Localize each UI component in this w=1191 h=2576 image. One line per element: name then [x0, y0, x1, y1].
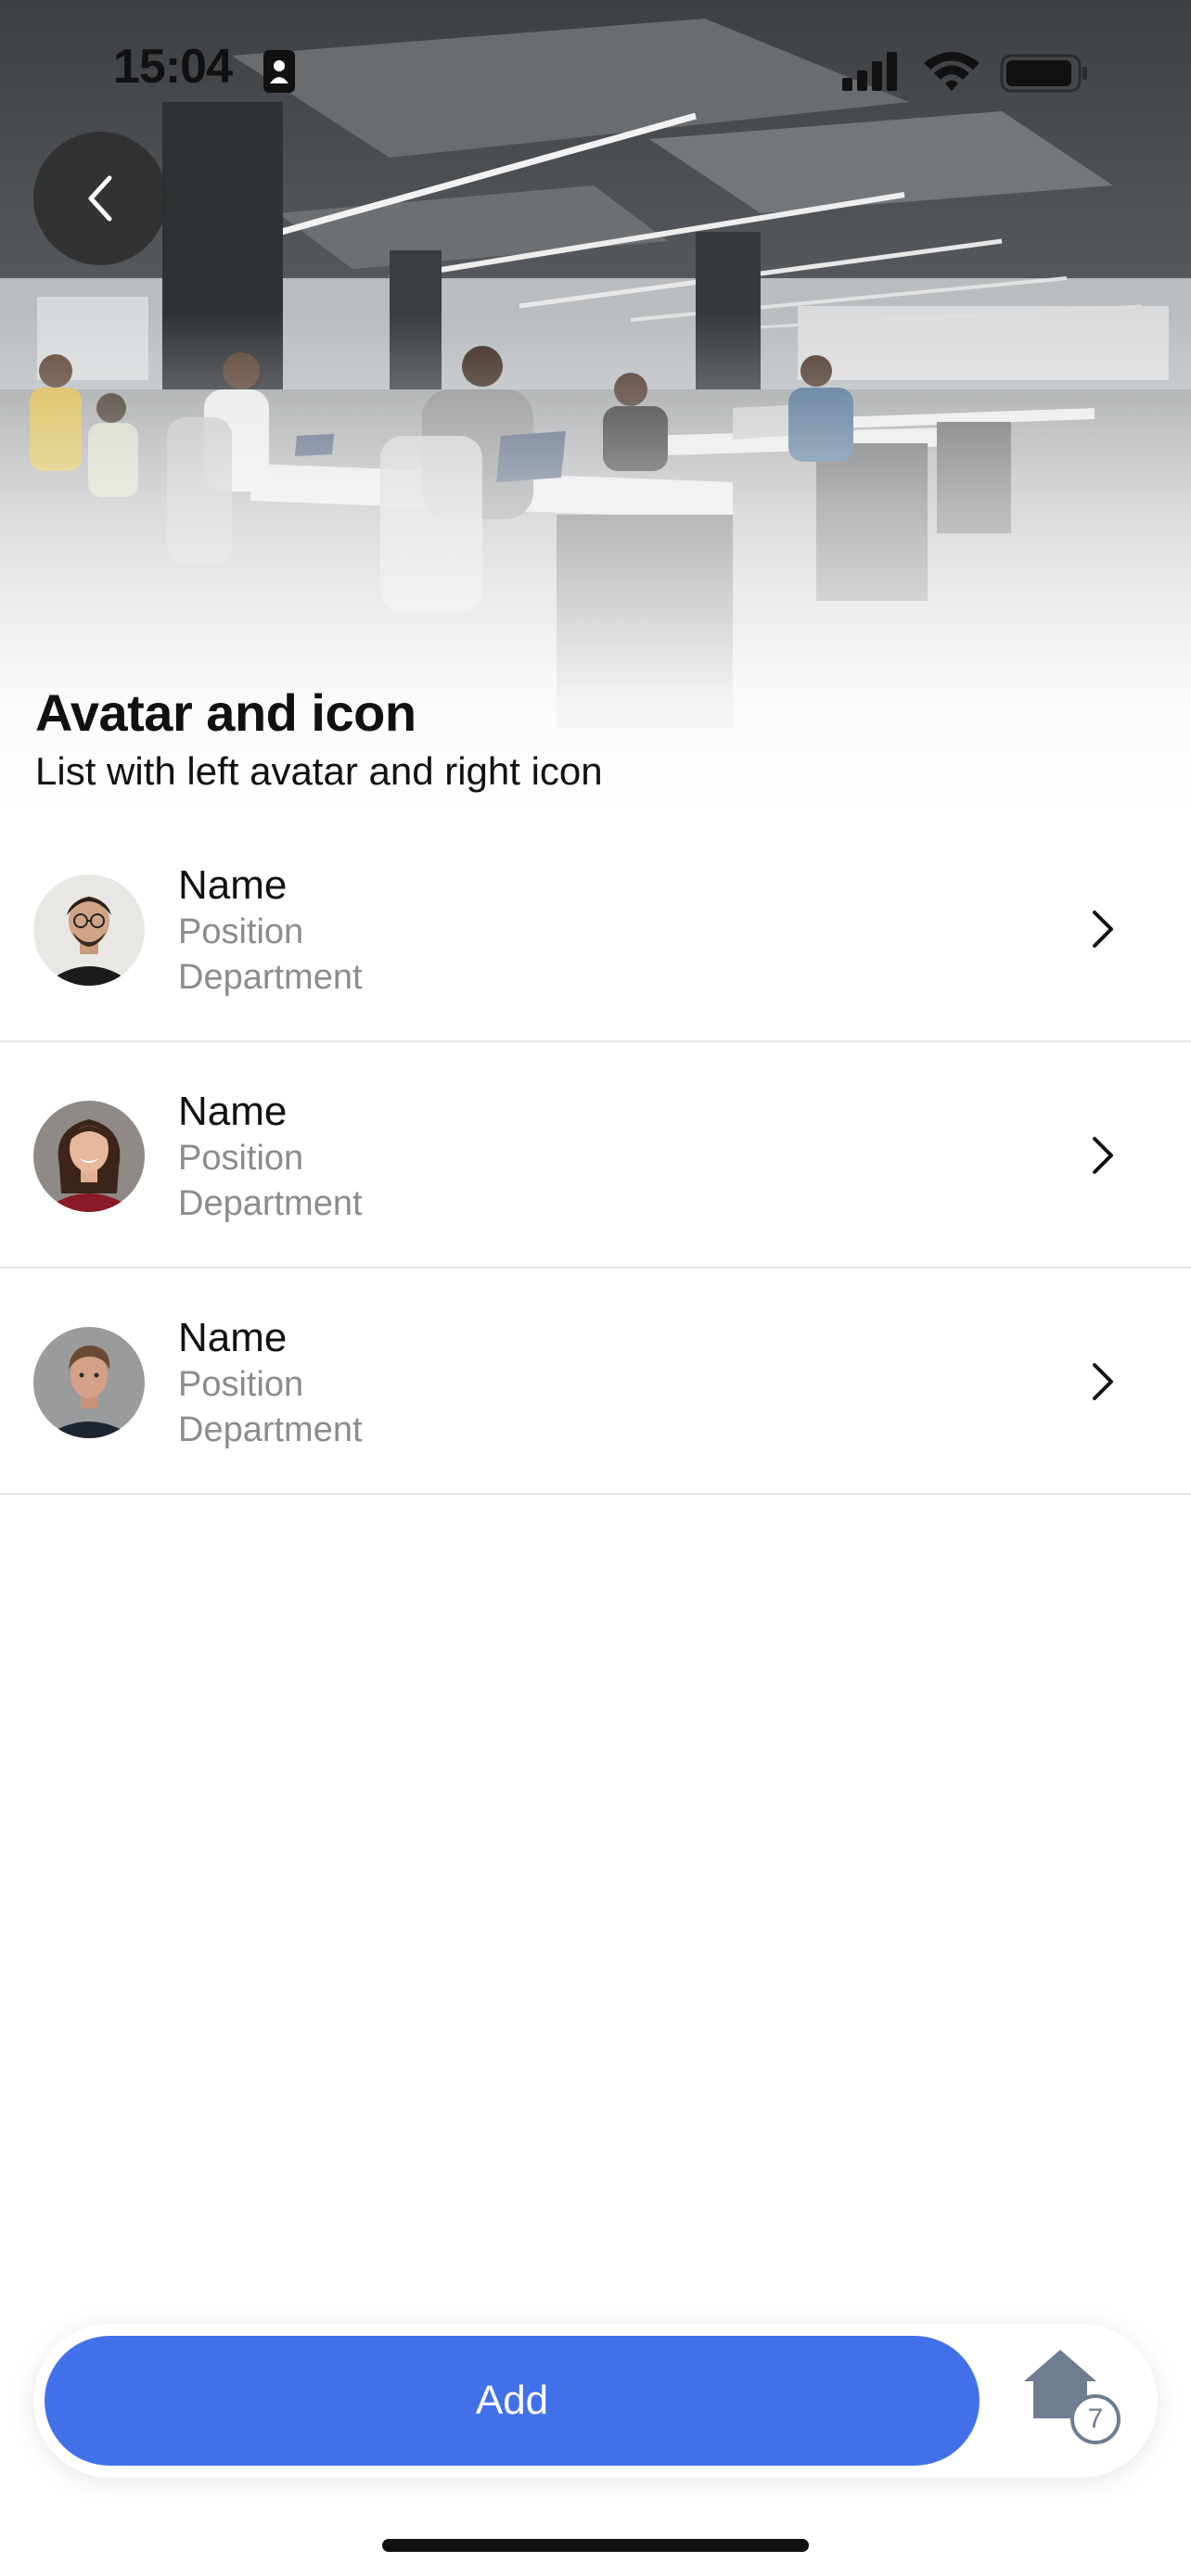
status-bar: 15:04	[0, 0, 1191, 139]
list-item[interactable]: Name Position Department	[0, 816, 1191, 1042]
page-title: Avatar and icon	[35, 683, 416, 742]
item-department: Department	[178, 958, 363, 997]
man-with-glasses-avatar	[33, 874, 145, 986]
contact-card-icon	[263, 50, 295, 93]
bottom-action-bar: Add 7	[33, 2324, 1158, 2478]
status-time: 15:04	[113, 40, 233, 94]
home-indicator	[382, 2539, 809, 2552]
item-department: Department	[178, 1184, 363, 1223]
man-portrait-avatar	[33, 1327, 145, 1438]
avatar	[33, 1327, 145, 1438]
chevron-right-icon	[1093, 1363, 1113, 1400]
chevron-right-icon	[1093, 1137, 1113, 1174]
add-button[interactable]: Add	[45, 2336, 980, 2466]
home-nav-button[interactable]: 7	[1018, 2342, 1122, 2461]
chevron-left-icon	[88, 175, 112, 222]
item-name: Name	[178, 1089, 288, 1134]
item-position: Position	[178, 1139, 304, 1178]
page-subtitle: List with left avatar and right icon	[35, 749, 603, 793]
item-position: Position	[178, 1365, 304, 1404]
back-button[interactable]	[33, 132, 167, 265]
home-badge: 7	[1070, 2394, 1121, 2444]
avatar	[33, 874, 145, 986]
status-icons	[842, 52, 1087, 93]
cellular-signal-icon	[842, 52, 897, 91]
battery-icon	[1000, 54, 1087, 93]
list-item[interactable]: Name Position Department	[0, 1042, 1191, 1269]
wifi-icon	[924, 52, 980, 91]
item-position: Position	[178, 912, 304, 951]
item-name: Name	[178, 862, 288, 908]
chevron-right-icon	[1093, 911, 1113, 948]
people-list: Name Position Department Name Position D…	[0, 816, 1191, 1495]
avatar	[33, 1101, 145, 1212]
item-name: Name	[178, 1315, 288, 1360]
woman-smiling-avatar	[33, 1101, 145, 1212]
item-department: Department	[178, 1410, 363, 1449]
list-item[interactable]: Name Position Department	[0, 1269, 1191, 1495]
